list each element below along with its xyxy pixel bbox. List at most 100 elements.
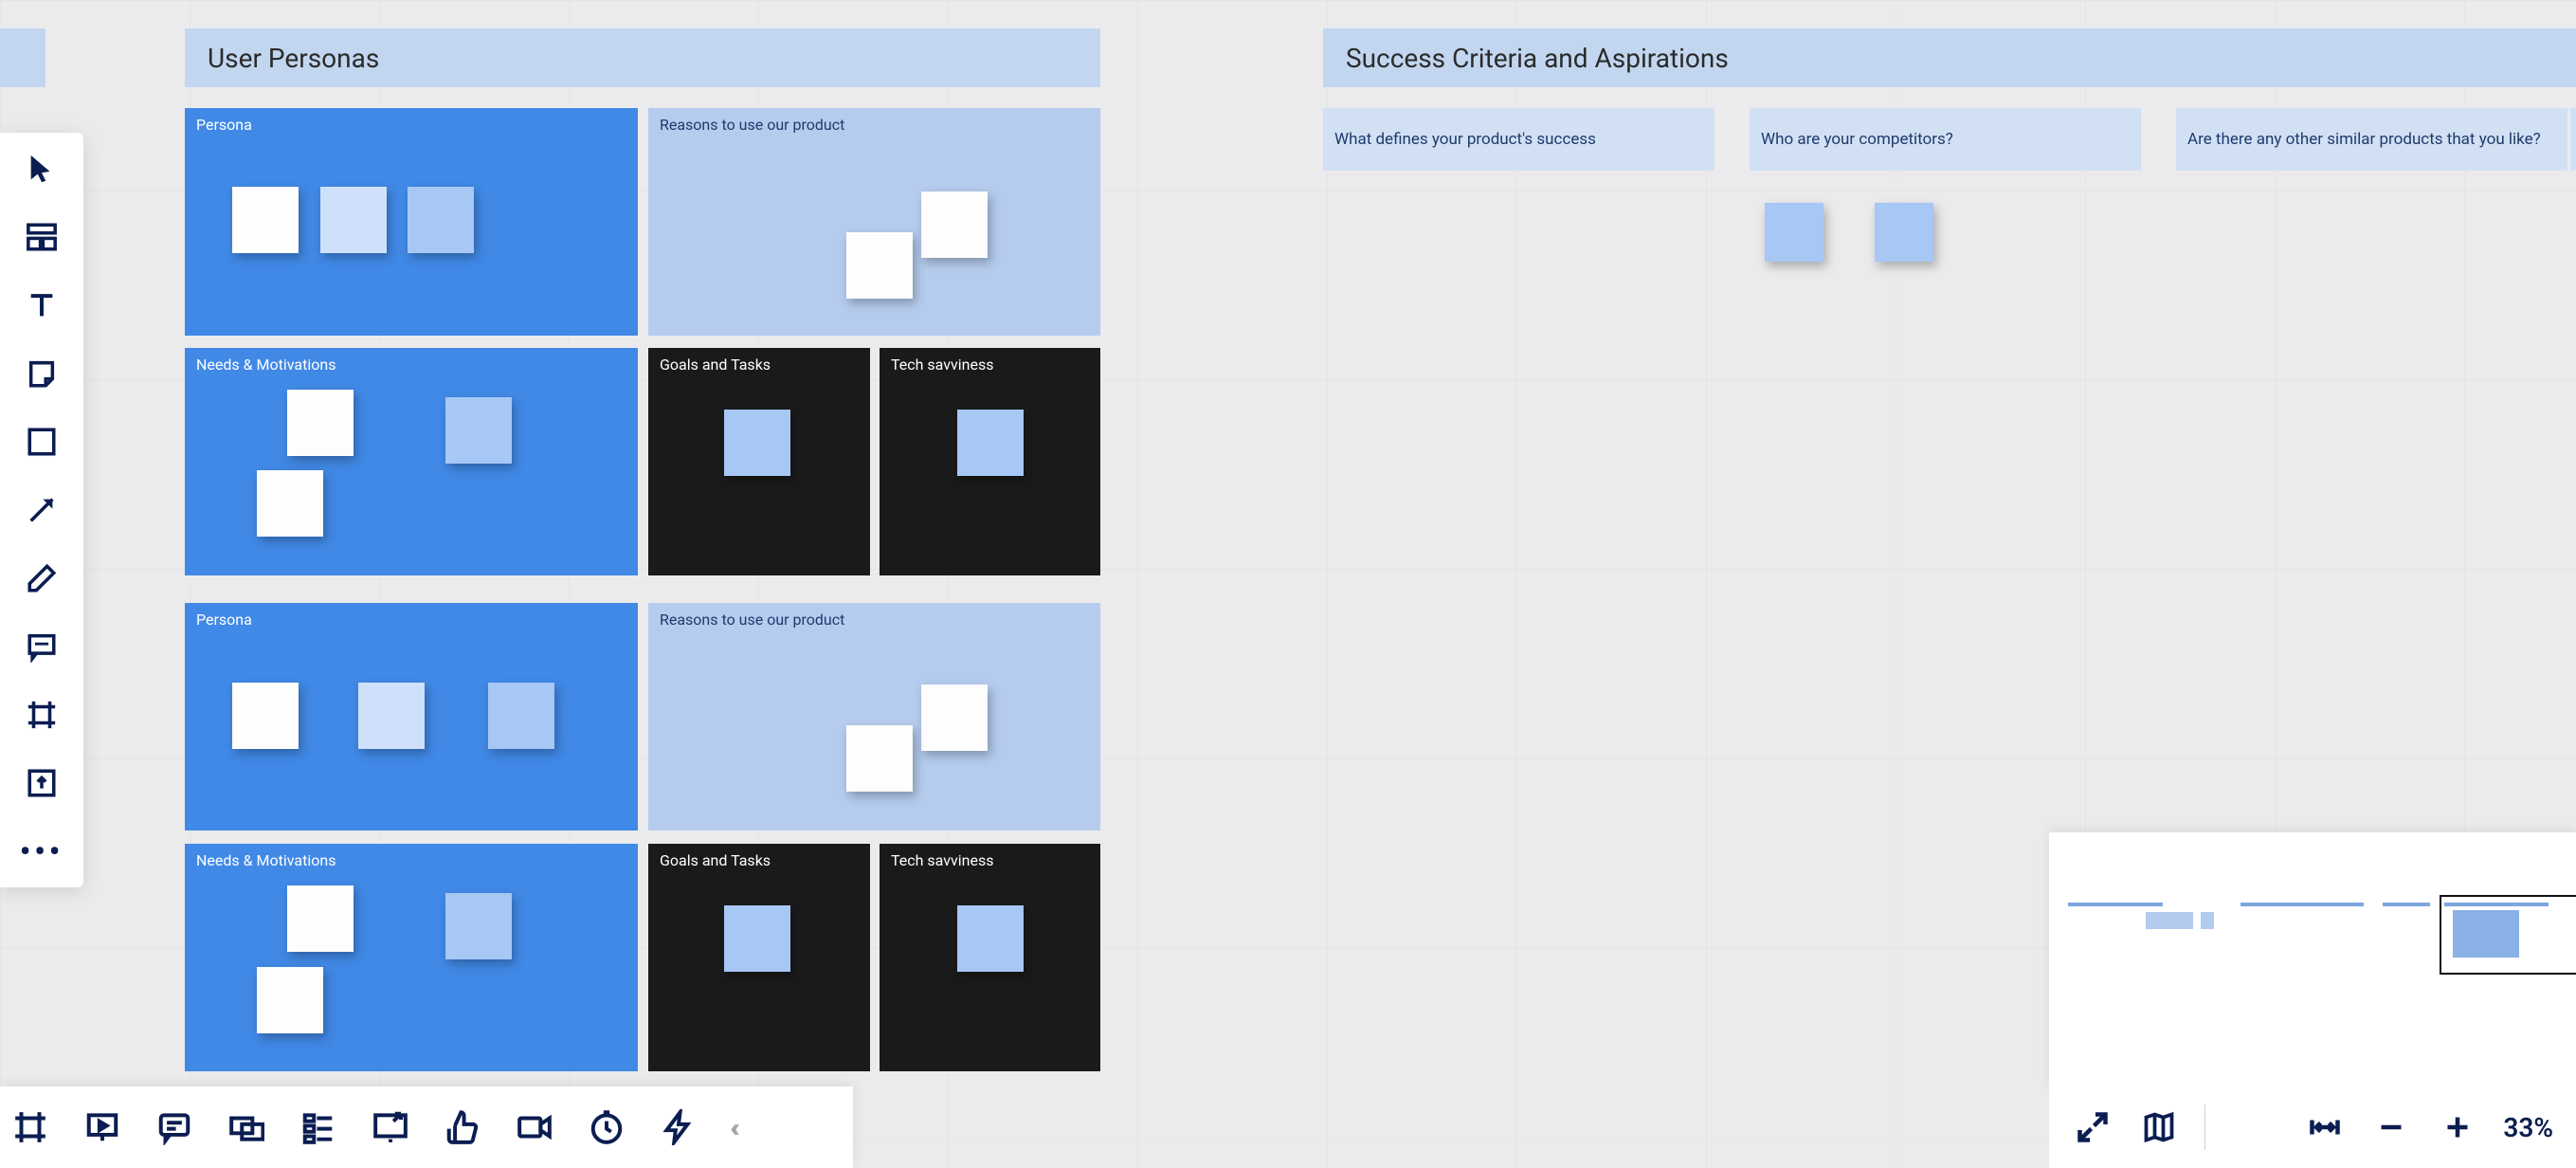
- card-label: Tech savviness: [891, 851, 993, 869]
- card-success-question[interactable]: What defines your product's success: [1323, 108, 1714, 171]
- card-similar-products-question[interactable]: Are there any other similar products tha…: [2176, 108, 2567, 171]
- minimap-panel[interactable]: [2049, 832, 2576, 1088]
- card-label: What defines your product's success: [1334, 130, 1596, 149]
- minus-icon: [2374, 1110, 2408, 1144]
- card-label: Persona: [196, 116, 252, 134]
- section-header-partial[interactable]: [0, 28, 45, 87]
- card-label: Reasons to use our product: [660, 116, 844, 134]
- left-toolbar: •••: [0, 133, 83, 887]
- vote-icon: [300, 1109, 336, 1145]
- comment-tool[interactable]: [21, 626, 63, 667]
- minimap-region: [2240, 903, 2364, 906]
- bolt-tool[interactable]: [658, 1106, 699, 1148]
- fit-to-screen[interactable]: [2304, 1106, 2346, 1148]
- sticky-note[interactable]: [287, 390, 354, 456]
- card-label: Are there any other similar products tha…: [2187, 130, 2541, 149]
- sticky-note[interactable]: [445, 397, 512, 464]
- video-tool[interactable]: [514, 1106, 555, 1148]
- sticky-note-tool[interactable]: [21, 353, 63, 394]
- card-tool[interactable]: [226, 1106, 267, 1148]
- sticky-note[interactable]: [320, 187, 387, 253]
- shape-tool[interactable]: [21, 421, 63, 463]
- collapse-toolbar[interactable]: ‹‹: [730, 1112, 735, 1143]
- card-cutoff-question[interactable]: D: [2570, 108, 2576, 171]
- sticky-note[interactable]: [724, 410, 790, 476]
- chat-icon: [156, 1109, 192, 1145]
- sticky-note[interactable]: [287, 885, 354, 952]
- card-label: Goals and Tasks: [660, 356, 771, 374]
- card-needs-1[interactable]: Needs & Motivations: [185, 348, 638, 575]
- section-header-success-criteria[interactable]: Success Criteria and Aspirations: [1323, 28, 2576, 87]
- sticky-note[interactable]: [445, 893, 512, 959]
- map-icon: [2142, 1110, 2176, 1144]
- frame-tool[interactable]: [21, 694, 63, 736]
- frame-icon: [12, 1109, 48, 1145]
- sticky-note[interactable]: [257, 470, 323, 537]
- sticky-note[interactable]: [846, 232, 913, 299]
- comment-icon: [26, 630, 58, 663]
- more-icon: •••: [20, 833, 64, 869]
- card-needs-2[interactable]: Needs & Motivations: [185, 844, 638, 1071]
- bolt-icon: [661, 1109, 697, 1145]
- minimap-region: [2146, 912, 2193, 929]
- zoom-toolbar: 33%: [2049, 1086, 2576, 1168]
- card-label: Needs & Motivations: [196, 356, 336, 374]
- expand-fullscreen[interactable]: [2072, 1106, 2113, 1148]
- sticky-note[interactable]: [1765, 203, 1823, 262]
- timer-tool[interactable]: [586, 1106, 627, 1148]
- connection-line-tool[interactable]: [21, 489, 63, 531]
- card-label: Reasons to use our product: [660, 611, 844, 629]
- sticky-note[interactable]: [724, 905, 790, 972]
- zoom-out[interactable]: [2370, 1106, 2412, 1148]
- templates-tool[interactable]: [21, 216, 63, 258]
- sticky-note[interactable]: [232, 683, 299, 749]
- minimap-viewport[interactable]: [2440, 895, 2576, 975]
- sticky-note[interactable]: [1875, 203, 1933, 262]
- card-label: Persona: [196, 611, 252, 629]
- presentation-tool[interactable]: [82, 1106, 123, 1148]
- card-reasons-2[interactable]: Reasons to use our product: [648, 603, 1100, 830]
- zoom-in[interactable]: [2437, 1106, 2478, 1148]
- card-label: Tech savviness: [891, 356, 993, 374]
- like-tool[interactable]: [442, 1106, 483, 1148]
- sticky-note[interactable]: [257, 967, 323, 1033]
- select-tool[interactable]: [21, 148, 63, 190]
- fit-icon: [2308, 1110, 2342, 1144]
- video-icon: [517, 1109, 553, 1145]
- section-title: User Personas: [208, 43, 379, 74]
- frame-icon: [26, 699, 58, 731]
- minimap-region: [2068, 903, 2163, 906]
- frame-crop-tool[interactable]: [9, 1106, 51, 1148]
- zoom-level[interactable]: 33%: [2503, 1112, 2553, 1143]
- expand-icon: [2076, 1110, 2110, 1144]
- minimap-region: [2201, 912, 2214, 929]
- chat-tool[interactable]: [154, 1106, 195, 1148]
- plus-icon: [2440, 1110, 2475, 1144]
- section-header-user-personas[interactable]: User Personas: [185, 28, 1100, 87]
- cursor-icon: [26, 153, 58, 185]
- minimap-region: [2383, 903, 2430, 906]
- sticky-note[interactable]: [232, 187, 299, 253]
- section-title: Success Criteria and Aspirations: [1346, 43, 1729, 74]
- text-tool[interactable]: [21, 284, 63, 326]
- timer-icon: [589, 1109, 625, 1145]
- sticky-note[interactable]: [846, 725, 913, 792]
- upload-icon: [26, 767, 58, 799]
- upload-tool[interactable]: [21, 762, 63, 804]
- card-reasons-1[interactable]: Reasons to use our product: [648, 108, 1100, 336]
- sticky-note[interactable]: [957, 410, 1024, 476]
- vote-tool[interactable]: [298, 1106, 339, 1148]
- sticky-note[interactable]: [358, 683, 425, 749]
- sticky-note[interactable]: [408, 187, 474, 253]
- cards-icon: [228, 1109, 264, 1145]
- sticky-note[interactable]: [488, 683, 554, 749]
- sticky-note[interactable]: [921, 684, 988, 751]
- sticky-note[interactable]: [957, 905, 1024, 972]
- minimap-canvas[interactable]: [2060, 855, 2565, 1026]
- map-toggle[interactable]: [2138, 1106, 2180, 1148]
- more-tools[interactable]: •••: [21, 830, 63, 872]
- pen-tool[interactable]: [21, 557, 63, 599]
- screen-share-tool[interactable]: [370, 1106, 411, 1148]
- sticky-note[interactable]: [921, 192, 988, 258]
- card-competitors-question[interactable]: Who are your competitors?: [1750, 108, 2141, 171]
